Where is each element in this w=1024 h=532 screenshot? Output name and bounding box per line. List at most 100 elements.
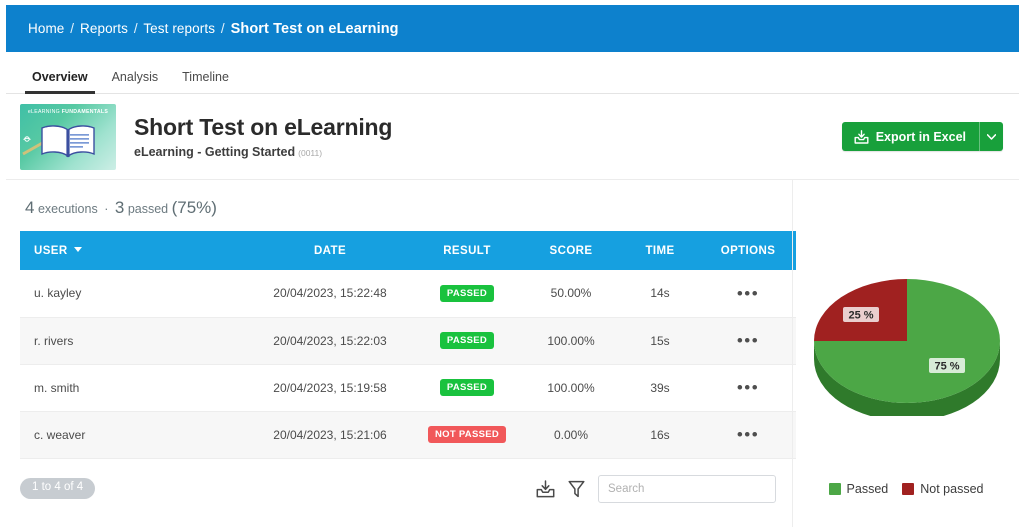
table-footer: 1 to 4 of 4 [20, 475, 776, 503]
breadcrumb-item-test-reports[interactable]: Test reports [143, 21, 215, 36]
status-badge: PASSED [440, 285, 494, 303]
column-header-date[interactable]: DATE [248, 231, 412, 270]
breadcrumb-bar: Home / Reports / Test reports / Short Te… [6, 5, 1019, 52]
executions-count: 4 [25, 198, 34, 217]
cell-options: ••• [700, 364, 796, 411]
cell-result: PASSED [412, 270, 522, 317]
executions-summary: 4 executions · 3 passed (75%) [20, 198, 776, 218]
download-inbox-icon [536, 480, 555, 498]
tab-overview[interactable]: Overview [20, 71, 100, 94]
page-title: Short Test on eLearning [134, 114, 842, 140]
search-input[interactable] [598, 475, 776, 503]
cell-result: NOT PASSED [412, 411, 522, 458]
tab-timeline[interactable]: Timeline [170, 71, 241, 94]
cell-score: 100.00% [522, 364, 620, 411]
cell-result: PASSED [412, 317, 522, 364]
cell-options: ••• [700, 317, 796, 364]
caret-down-icon [74, 247, 82, 252]
chart-panel: 25 % 75 % Passed No [792, 180, 1019, 527]
report-page: Home / Reports / Test reports / Short Te… [0, 0, 1024, 532]
export-button-main[interactable]: Export in Excel [842, 122, 979, 151]
pie-chart: 25 % 75 % Passed No [793, 180, 1019, 527]
passed-word: passed [128, 202, 168, 216]
pagination-range: 1 to 4 of 4 [20, 478, 95, 499]
cell-user: m. smith [20, 364, 248, 411]
download-inbox-icon [854, 130, 869, 144]
table-tools [536, 475, 776, 503]
cell-time: 14s [620, 270, 700, 317]
summary-separator: · [104, 202, 108, 216]
column-header-result[interactable]: RESULT [412, 231, 522, 270]
course-info: Short Test on eLearning eLearning - Gett… [134, 114, 842, 158]
breadcrumb-separator: / [134, 21, 138, 36]
executions-word: executions [38, 202, 98, 216]
table-row[interactable]: r. rivers 20/04/2023, 15:22:03 PASSED 10… [20, 317, 796, 364]
row-options-button[interactable]: ••• [737, 285, 759, 302]
svg-text:25 %: 25 % [848, 310, 873, 322]
cell-score: 100.00% [522, 317, 620, 364]
course-subtitle: eLearning - Getting Started(0011) [134, 145, 842, 159]
main-content: 4 executions · 3 passed (75%) USER DATE … [6, 180, 1019, 527]
cell-date: 20/04/2023, 15:22:03 [248, 317, 412, 364]
cell-date: 20/04/2023, 15:19:58 [248, 364, 412, 411]
breadcrumb-item-reports[interactable]: Reports [80, 21, 128, 36]
course-thumbnail: eLEARNING FUNDAMENTALS [20, 104, 116, 170]
export-button-label: Export in Excel [876, 130, 966, 144]
column-header-score[interactable]: SCORE [522, 231, 620, 270]
tab-bar: Overview Analysis Timeline [6, 52, 1019, 94]
course-subtitle-text: eLearning - Getting Started [134, 145, 295, 159]
filter-button[interactable] [568, 480, 585, 498]
table-row[interactable]: c. weaver 20/04/2023, 15:21:06 NOT PASSE… [20, 411, 796, 458]
breadcrumb-current: Short Test on eLearning [231, 21, 399, 37]
row-options-button[interactable]: ••• [737, 332, 759, 349]
legend-item-passed[interactable]: Passed [829, 482, 889, 496]
course-header: eLEARNING FUNDAMENTALS Short Test on eLe… [6, 94, 1019, 180]
cell-score: 0.00% [522, 411, 620, 458]
cell-time: 39s [620, 364, 700, 411]
status-badge: PASSED [440, 332, 494, 350]
legend-item-not-passed[interactable]: Not passed [902, 482, 983, 496]
cell-result: PASSED [412, 364, 522, 411]
table-body: u. kayley 20/04/2023, 15:22:48 PASSED 50… [20, 270, 796, 458]
table-row[interactable]: m. smith 20/04/2023, 15:19:58 PASSED 100… [20, 364, 796, 411]
download-table-button[interactable] [536, 480, 555, 498]
column-header-time[interactable]: TIME [620, 231, 700, 270]
table-row[interactable]: u. kayley 20/04/2023, 15:22:48 PASSED 50… [20, 270, 796, 317]
open-book-icon [37, 124, 99, 158]
thumbnail-caption-bold: FUNDAMENTALS [62, 109, 108, 115]
pie-label-passed: 75 % [929, 358, 965, 373]
export-dropdown-toggle[interactable] [979, 122, 1003, 151]
chart-legend: Passed Not passed [793, 482, 1019, 496]
executions-table: USER DATE RESULT SCORE TIME OPTIONS u. k… [20, 231, 796, 459]
breadcrumb-item-home[interactable]: Home [28, 21, 64, 36]
cell-user: u. kayley [20, 270, 248, 317]
executions-panel: 4 executions · 3 passed (75%) USER DATE … [6, 180, 792, 527]
legend-label-passed: Passed [847, 482, 889, 496]
column-header-user-label: USER [34, 245, 68, 257]
row-options-button[interactable]: ••• [737, 379, 759, 396]
cell-options: ••• [700, 270, 796, 317]
table-header: USER DATE RESULT SCORE TIME OPTIONS [20, 231, 796, 270]
course-code: (0011) [298, 148, 322, 158]
column-header-user[interactable]: USER [20, 231, 248, 270]
svg-text:75 %: 75 % [934, 361, 959, 373]
table-header-row: USER DATE RESULT SCORE TIME OPTIONS [20, 231, 796, 270]
cell-user: r. rivers [20, 317, 248, 364]
cell-time: 16s [620, 411, 700, 458]
status-badge: NOT PASSED [428, 426, 506, 444]
row-options-button[interactable]: ••• [737, 426, 759, 443]
pie-chart-graphic: 25 % 75 % [801, 266, 1013, 416]
pie-chart-svg: 25 % 75 % [801, 266, 1013, 416]
column-header-options: OPTIONS [700, 231, 796, 270]
chevron-down-icon [987, 134, 996, 140]
funnel-filter-icon [568, 480, 585, 498]
passed-count: 3 [115, 198, 124, 217]
status-badge: PASSED [440, 379, 494, 397]
tab-analysis[interactable]: Analysis [100, 71, 171, 94]
cell-user: c. weaver [20, 411, 248, 458]
cell-date: 20/04/2023, 15:21:06 [248, 411, 412, 458]
pie-label-not-passed: 25 % [843, 307, 879, 322]
thumbnail-caption-light: eLEARNING [28, 109, 62, 115]
breadcrumb-separator: / [70, 21, 74, 36]
export-in-excel-button[interactable]: Export in Excel [842, 122, 1003, 151]
